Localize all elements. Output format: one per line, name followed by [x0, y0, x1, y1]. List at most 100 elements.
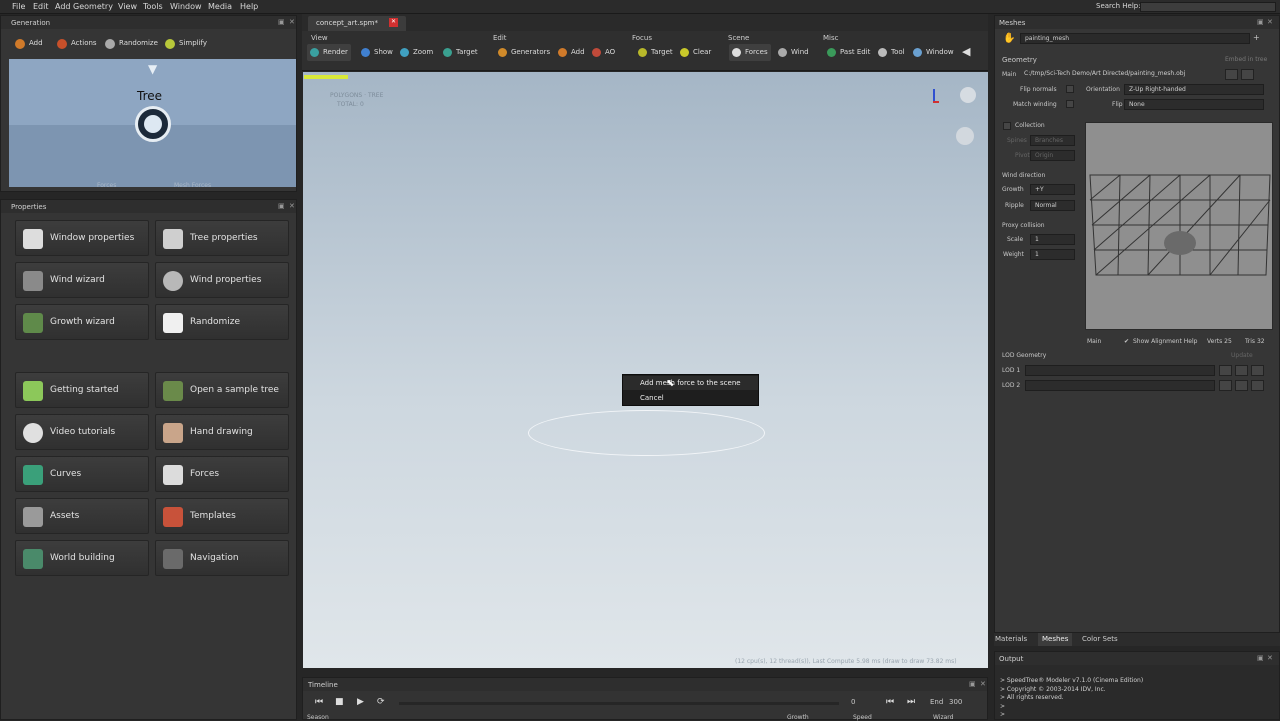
close-icon[interactable]: ✕: [980, 680, 986, 688]
mesh-selector[interactable]: painting_mesh: [1020, 33, 1250, 44]
weight-field[interactable]: 1: [1030, 249, 1075, 260]
browse-button[interactable]: [1225, 69, 1238, 80]
float-icon[interactable]: ▣: [969, 680, 976, 688]
render-button[interactable]: Render: [307, 44, 351, 61]
close-icon[interactable]: ✕: [289, 18, 295, 26]
edit-add-button[interactable]: Add: [555, 44, 588, 61]
lod-1-browse-button[interactable]: [1219, 365, 1232, 376]
context-item-add-mesh-force[interactable]: Add mesh force to the scene: [623, 376, 758, 390]
forces-toolbar-button[interactable]: Forces: [729, 44, 771, 61]
past-edit-button[interactable]: Past Edit: [824, 44, 873, 61]
preview-main-select[interactable]: Main: [1087, 338, 1101, 345]
tree-properties-button[interactable]: Tree properties: [155, 220, 289, 256]
hand-icon[interactable]: ✋: [1003, 33, 1015, 44]
close-tab-icon[interactable]: ✕: [389, 18, 398, 27]
float-icon[interactable]: ▣: [278, 202, 285, 210]
timeline-scrubber[interactable]: [399, 702, 839, 705]
hand-drawing-button[interactable]: Hand drawing: [155, 414, 289, 450]
next-frame-icon[interactable]: ⏭: [907, 697, 915, 707]
context-item-cancel[interactable]: Cancel: [623, 392, 758, 405]
focus-target-button[interactable]: Target: [635, 44, 676, 61]
orientation-select[interactable]: Z-Up Right-handed: [1124, 84, 1264, 95]
growth-wizard-button[interactable]: Growth wizard: [15, 304, 149, 340]
3d-viewport[interactable]: POLYGONS · TREE TOTAL: 0 Add mesh force …: [303, 72, 988, 668]
menu-view[interactable]: View: [118, 2, 137, 11]
reload-icon[interactable]: [1241, 69, 1254, 80]
ripple-select[interactable]: Normal: [1030, 200, 1075, 211]
lod-2-clear-button[interactable]: [1235, 380, 1248, 391]
float-icon[interactable]: ▣: [1257, 654, 1264, 662]
flip-select[interactable]: None: [1124, 99, 1264, 110]
menu-window[interactable]: Window: [170, 2, 202, 11]
assets-button[interactable]: Assets: [15, 498, 149, 534]
scale-field[interactable]: 1: [1030, 234, 1075, 245]
window-button[interactable]: Window: [910, 44, 957, 61]
prev-frame-icon[interactable]: ⏮: [886, 697, 894, 707]
simplify-button[interactable]: Simplify: [161, 36, 209, 52]
lod-2-field[interactable]: [1025, 380, 1215, 391]
navigation-button[interactable]: Navigation: [155, 540, 289, 576]
window-properties-button[interactable]: Window properties: [15, 220, 149, 256]
pivot-select[interactable]: Origin: [1030, 150, 1075, 161]
flip-normals-checkbox[interactable]: [1066, 85, 1074, 93]
lod-1-reload-button[interactable]: [1251, 365, 1264, 376]
play-icon[interactable]: ▶: [357, 697, 364, 707]
getting-started-button[interactable]: Getting started: [15, 372, 149, 408]
mesh-preview[interactable]: [1085, 122, 1273, 330]
lod-update-button[interactable]: Update: [1231, 352, 1253, 359]
generation-graph[interactable]: ▼ Tree Forces Mesh Forces: [9, 59, 296, 189]
forces-button[interactable]: Forces: [155, 456, 289, 492]
lod-2-reload-button[interactable]: [1251, 380, 1264, 391]
tree-node[interactable]: [135, 106, 171, 142]
close-icon[interactable]: ✕: [1267, 18, 1273, 26]
navigation-cube-icon[interactable]: [956, 127, 974, 145]
tab-materials[interactable]: Materials: [995, 635, 1027, 643]
tool-button[interactable]: Tool: [875, 44, 908, 61]
randomize-button[interactable]: Randomize: [101, 36, 158, 52]
actions-button[interactable]: Actions: [53, 36, 97, 52]
frame-field[interactable]: 0: [851, 698, 855, 706]
collection-checkbox[interactable]: [1003, 122, 1011, 130]
float-icon[interactable]: ▣: [1257, 18, 1264, 26]
lod-1-field[interactable]: [1025, 365, 1215, 376]
tab-meshes[interactable]: Meshes: [1038, 633, 1073, 646]
camera-icon[interactable]: [960, 87, 976, 103]
templates-button[interactable]: Templates: [155, 498, 289, 534]
stop-icon[interactable]: ■: [335, 697, 344, 707]
match-winding-checkbox[interactable]: [1066, 100, 1074, 108]
tab-color-sets[interactable]: Color Sets: [1082, 635, 1118, 643]
menu-edit[interactable]: Edit: [33, 2, 49, 11]
search-help-input[interactable]: [1140, 2, 1276, 12]
spines-select[interactable]: Branches: [1030, 135, 1075, 146]
world-building-button[interactable]: World building: [15, 540, 149, 576]
close-icon[interactable]: ✕: [1267, 654, 1273, 662]
menu-media[interactable]: Media: [208, 2, 232, 11]
lod-2-browse-button[interactable]: [1219, 380, 1232, 391]
curves-button[interactable]: Curves: [15, 456, 149, 492]
wind-wizard-button[interactable]: Wind wizard: [15, 262, 149, 298]
add-mesh-icon[interactable]: +: [1253, 33, 1260, 42]
video-tutorials-button[interactable]: Video tutorials: [15, 414, 149, 450]
show-button[interactable]: Show: [358, 44, 396, 61]
menu-file[interactable]: File: [12, 2, 25, 11]
loop-icon[interactable]: ⟳: [377, 697, 385, 707]
randomize-button[interactable]: Randomize: [155, 304, 289, 340]
generators-button[interactable]: Generators: [495, 44, 553, 61]
growth-select[interactable]: +Y: [1030, 184, 1075, 195]
add-button[interactable]: Add: [11, 36, 47, 52]
menu-tools[interactable]: Tools: [143, 2, 163, 11]
main-path-field[interactable]: C:/tmp/Sci-Tech Demo/Art Directed/painti…: [1020, 69, 1220, 80]
wind-button[interactable]: Wind: [775, 44, 812, 61]
menu-help[interactable]: Help: [240, 2, 258, 11]
lod-1-clear-button[interactable]: [1235, 365, 1248, 376]
view-target-button[interactable]: Target: [440, 44, 481, 61]
float-icon[interactable]: ▣: [278, 18, 285, 26]
ao-button[interactable]: AO: [589, 44, 618, 61]
menu-add-geometry[interactable]: Add Geometry: [55, 2, 113, 11]
skip-start-icon[interactable]: ⏮: [315, 697, 323, 707]
wind-properties-button[interactable]: Wind properties: [155, 262, 289, 298]
end-field[interactable]: 300: [949, 698, 962, 706]
clear-button[interactable]: Clear: [677, 44, 714, 61]
close-icon[interactable]: ✕: [289, 202, 295, 210]
zoom-button[interactable]: Zoom: [397, 44, 436, 61]
